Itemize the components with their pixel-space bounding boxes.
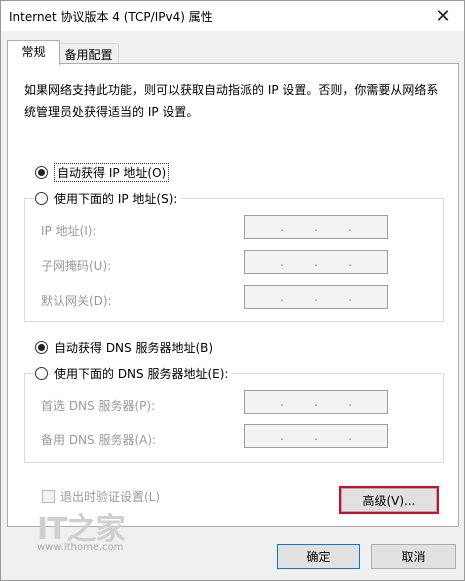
validate-on-exit-checkbox[interactable]: 退出时验证设置(L) [42,488,160,505]
default-gateway-label: 默认网关(D): [41,294,112,308]
alternate-dns-field[interactable]: ... [244,424,388,448]
auto-ip-radio[interactable]: 自动获得 IP 地址(O) [35,162,173,182]
close-icon[interactable]: ✕ [428,1,458,31]
advanced-button[interactable]: 高级(V)... [339,486,439,514]
manual-dns-radio[interactable]: 使用下面的 DNS 服务器地址(E): [35,364,232,382]
watermark-url: www.ithome.com [37,542,124,553]
auto-ip-label: 自动获得 IP 地址(O) [54,162,170,182]
radio-checked-icon [35,165,48,179]
watermark: IT之家 www.ithome.com [31,504,131,564]
preferred-dns-field[interactable]: ... [244,390,388,414]
general-tab-panel: 如果网络支持此功能，则可以获取自动指派的 IP 设置。否则，你需要从网络系统管理… [7,63,459,527]
ok-button[interactable]: 确定 [277,544,360,569]
ip-group-box: IP 地址(I): ... 子网掩码(U): ... 默认网关(D): ... [24,198,444,322]
auto-dns-label: 自动获得 DNS 服务器地址(B) [54,340,214,355]
description-text: 如果网络支持此功能，则可以获取自动指派的 IP 设置。否则，你需要从网络系统管理… [24,83,439,119]
radio-checked-icon [35,340,48,354]
manual-ip-label: 使用下面的 IP 地址(S): [54,191,178,206]
manual-dns-label: 使用下面的 DNS 服务器地址(E): [54,366,229,381]
preferred-dns-label: 首选 DNS 服务器(P): [41,399,156,413]
title-bar[interactable]: Internet 协议版本 4 (TCP/IPv4) 属性 ✕ [1,1,464,31]
advanced-button-label: 高级(V)... [341,488,437,512]
subnet-mask-field[interactable]: ... [244,250,388,274]
subnet-mask-label: 子网掩码(U): [41,259,112,273]
default-gateway-field[interactable]: ... [244,285,388,309]
ip-address-label: IP 地址(I): [41,224,97,238]
checkbox-icon [42,490,55,503]
cancel-button[interactable]: 取消 [371,544,456,569]
auto-dns-radio[interactable]: 自动获得 DNS 服务器地址(B) [35,338,217,356]
radio-unchecked-icon [35,191,48,205]
radio-unchecked-icon [35,366,48,380]
ip-address-field[interactable]: ... [244,215,388,239]
dialog-window: Internet 协议版本 4 (TCP/IPv4) 属性 ✕ 常规 备用配置 … [0,0,465,581]
alternate-dns-label: 备用 DNS 服务器(A): [41,433,157,447]
validate-on-exit-label: 退出时验证设置(L) [60,490,161,504]
manual-ip-radio[interactable]: 使用下面的 IP 地址(S): [35,189,181,207]
tab-general[interactable]: 常规 [7,40,60,65]
dns-group-box: 首选 DNS 服务器(P): ... 备用 DNS 服务器(A): ... [24,373,444,463]
window-title: Internet 协议版本 4 (TCP/IPv4) 属性 [9,10,213,24]
